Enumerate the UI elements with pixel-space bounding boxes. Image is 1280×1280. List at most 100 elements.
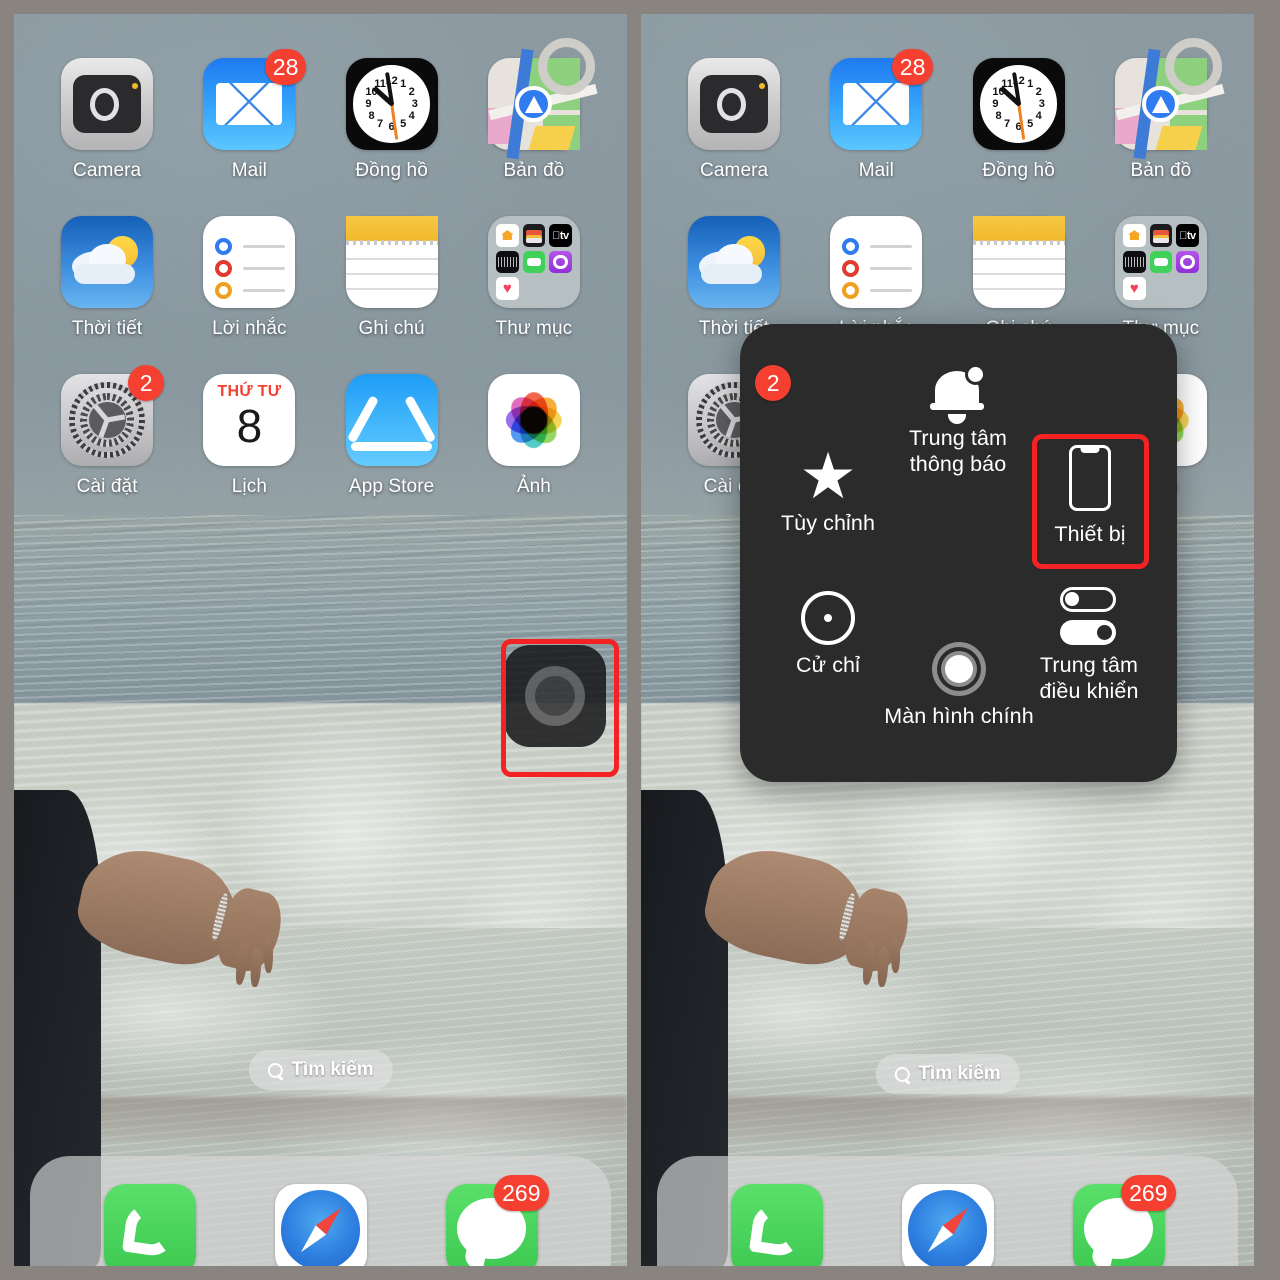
podcasts-icon bbox=[1176, 250, 1199, 274]
app-reminders[interactable]: Lời nhắc bbox=[805, 216, 947, 340]
search-icon bbox=[894, 1066, 910, 1082]
badge-count: 28 bbox=[891, 49, 934, 85]
app-settings[interactable]: 2 Cài đặt bbox=[36, 365, 178, 498]
toggles-icon bbox=[1058, 587, 1120, 645]
app-maps[interactable]: Bản đồ bbox=[1090, 37, 1232, 182]
app-folder[interactable]: tvThư mục bbox=[1090, 216, 1232, 340]
apple-tv-icon: tv bbox=[549, 224, 572, 247]
facetime-icon bbox=[522, 250, 546, 274]
assistive-touch-menu: Trung tâm thông báo ★ Tùy chỉnh Thiết bị bbox=[740, 324, 1177, 782]
weather-icon[interactable] bbox=[688, 216, 781, 308]
app-messages[interactable]: 269 bbox=[445, 1175, 549, 1266]
reminders-icon[interactable] bbox=[203, 216, 296, 308]
menu-label-2: điều khiển bbox=[1039, 679, 1139, 703]
messages-icon[interactable]: 269 bbox=[1072, 1175, 1176, 1266]
app-label: Lịch bbox=[231, 476, 267, 497]
weather-icon[interactable] bbox=[61, 216, 154, 308]
app-label: Camera bbox=[73, 160, 142, 181]
app-label: Đồng hồ bbox=[355, 160, 428, 181]
search-label: Tìm kiếm bbox=[291, 1059, 374, 1080]
podcasts-icon bbox=[549, 250, 572, 274]
reminders-icon[interactable] bbox=[830, 216, 923, 308]
camera-icon[interactable] bbox=[688, 58, 781, 150]
health-icon bbox=[1123, 277, 1146, 300]
gesture-icon bbox=[801, 591, 855, 645]
menu-label: Trung tâm bbox=[1039, 653, 1139, 677]
messages-icon[interactable]: 269 bbox=[445, 1175, 549, 1266]
app-calendar[interactable]: THỨ TƯ8 Lịch bbox=[178, 374, 320, 498]
stocks-icon bbox=[496, 250, 519, 274]
app-safari[interactable] bbox=[274, 1184, 367, 1266]
wallet-icon bbox=[1149, 224, 1173, 247]
maps-icon[interactable] bbox=[487, 37, 598, 160]
search-pill-left[interactable]: Tìm kiếm bbox=[248, 1050, 393, 1090]
safari-icon[interactable] bbox=[274, 1184, 367, 1266]
phone-icon[interactable] bbox=[103, 1184, 196, 1266]
health-icon bbox=[496, 277, 519, 300]
left-phone-panel: Camera 28 Mail 12 1 2 3 4 5 6 7 8 9 10 11 Đồng hồ Bản đồ… bbox=[14, 14, 627, 1266]
app-phone[interactable] bbox=[730, 1184, 823, 1266]
home-icon bbox=[1123, 224, 1146, 247]
home-button-icon bbox=[932, 642, 986, 696]
menu-item-control-center[interactable]: Trung tâm điều khiển bbox=[1008, 587, 1170, 704]
mail-icon[interactable]: 28 bbox=[203, 49, 307, 150]
app-mail[interactable]: 28 Mail bbox=[805, 49, 947, 182]
app-mail[interactable]: 28 Mail bbox=[178, 49, 320, 182]
app-camera[interactable]: Camera bbox=[663, 58, 805, 182]
star-icon: ★ bbox=[799, 440, 857, 512]
dock-left: 269 bbox=[30, 1156, 611, 1266]
app-photos[interactable]: Ảnh bbox=[463, 374, 605, 498]
badge-count: 28 bbox=[264, 49, 307, 85]
app-maps[interactable]: Bản đồ bbox=[463, 37, 605, 182]
home-icon bbox=[496, 224, 519, 247]
app-store-icon[interactable] bbox=[345, 374, 438, 466]
facetime-icon bbox=[1149, 250, 1173, 274]
app-appstore[interactable]: App Store bbox=[321, 374, 463, 498]
app-label: Mail bbox=[231, 160, 267, 181]
settings-icon[interactable]: 2 bbox=[61, 365, 165, 466]
app-notes[interactable]: Ghi chú bbox=[321, 216, 463, 340]
mail-icon[interactable]: 28 bbox=[830, 49, 934, 150]
app-safari[interactable] bbox=[901, 1184, 994, 1266]
notes-icon[interactable] bbox=[345, 216, 438, 308]
badge-count: 2 bbox=[755, 365, 792, 401]
app-folder[interactable]: tv Thư mục bbox=[463, 216, 605, 340]
app-label: Đồng hồ bbox=[982, 160, 1055, 181]
app-messages[interactable]: 269 bbox=[1072, 1175, 1176, 1266]
app-phone[interactable] bbox=[103, 1184, 196, 1266]
menu-item-custom[interactable]: ★ Tùy chỉnh bbox=[748, 440, 908, 536]
app-label: App Store bbox=[348, 476, 435, 497]
dock-right: 269 bbox=[657, 1156, 1238, 1266]
menu-label: Cử chỉ bbox=[796, 653, 860, 677]
app-label: Thư mục bbox=[495, 318, 573, 339]
photos-icon[interactable] bbox=[487, 374, 580, 466]
notes-icon[interactable] bbox=[972, 216, 1065, 308]
safari-icon[interactable] bbox=[901, 1184, 994, 1266]
search-pill-right[interactable]: Tìm kiếm bbox=[875, 1054, 1020, 1094]
app-label: Bản đồ bbox=[1130, 160, 1192, 181]
right-phone-panel: Camera 28 Mail 12 1 2 3 4 5 6 7 8 9 10 11 Đồng hồ Bản đồ… bbox=[641, 14, 1254, 1266]
phone-icon[interactable] bbox=[730, 1184, 823, 1266]
badge-count: 269 bbox=[494, 1175, 549, 1211]
highlight-box-device bbox=[1032, 434, 1149, 569]
app-clock[interactable]: 12 1 2 3 4 5 6 7 8 9 10 11 Đồng hồ bbox=[948, 58, 1090, 182]
clock-icon[interactable]: 12 1 2 3 4 5 6 7 8 9 10 11 bbox=[972, 58, 1065, 150]
camera-icon[interactable] bbox=[61, 58, 154, 150]
app-label: Ảnh bbox=[516, 476, 551, 497]
clock-icon[interactable]: 12 1 2 3 4 5 6 7 8 9 10 11 bbox=[345, 58, 438, 150]
app-reminders[interactable]: Lời nhắc bbox=[178, 216, 320, 340]
app-camera[interactable]: Camera bbox=[36, 58, 178, 182]
folder-icon[interactable]: tv bbox=[1114, 216, 1207, 308]
folder-icon[interactable]: tv bbox=[487, 216, 580, 308]
maps-icon[interactable] bbox=[1114, 37, 1225, 160]
app-weather[interactable]: Thời tiết bbox=[663, 216, 805, 340]
stocks-icon bbox=[1123, 250, 1146, 274]
screenshot-root: Camera 28 Mail 12 1 2 3 4 5 6 7 8 9 10 11 Đồng hồ Bản đồ… bbox=[0, 0, 1280, 1280]
calendar-icon[interactable]: THỨ TƯ8 bbox=[203, 374, 296, 466]
app-notes[interactable]: Ghi chú bbox=[948, 216, 1090, 340]
app-weather[interactable]: Thời tiết bbox=[36, 216, 178, 340]
search-label: Tìm kiếm bbox=[918, 1063, 1001, 1084]
apple-tv-icon: tv bbox=[1176, 224, 1199, 247]
app-label: Mail bbox=[858, 160, 894, 181]
app-clock[interactable]: 12 1 2 3 4 5 6 7 8 9 10 11 Đồng hồ bbox=[321, 58, 463, 182]
